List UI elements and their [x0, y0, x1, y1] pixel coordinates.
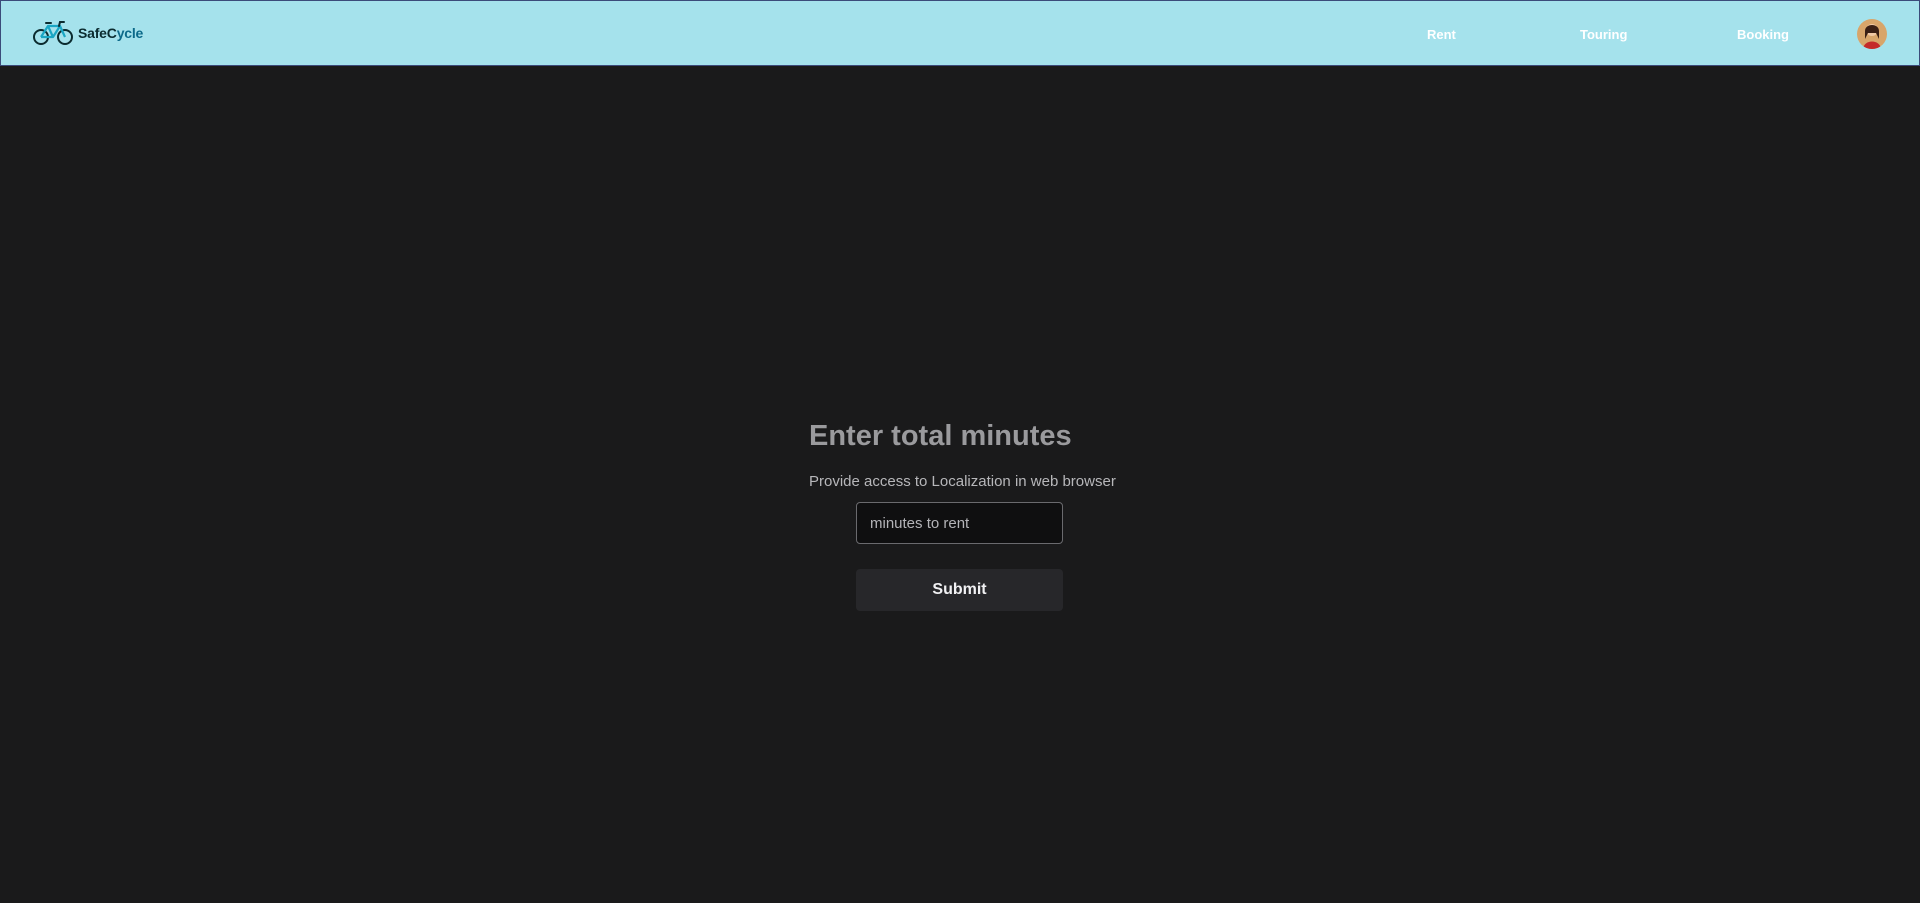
minutes-input[interactable] — [856, 502, 1063, 544]
form-subtitle: Provide access to Localization in web br… — [809, 473, 1116, 490]
rent-minutes-form: Enter total minutes Provide access to Lo… — [0, 0, 1920, 903]
submit-button[interactable]: Submit — [856, 569, 1063, 611]
form-title: Enter total minutes — [809, 420, 1072, 452]
